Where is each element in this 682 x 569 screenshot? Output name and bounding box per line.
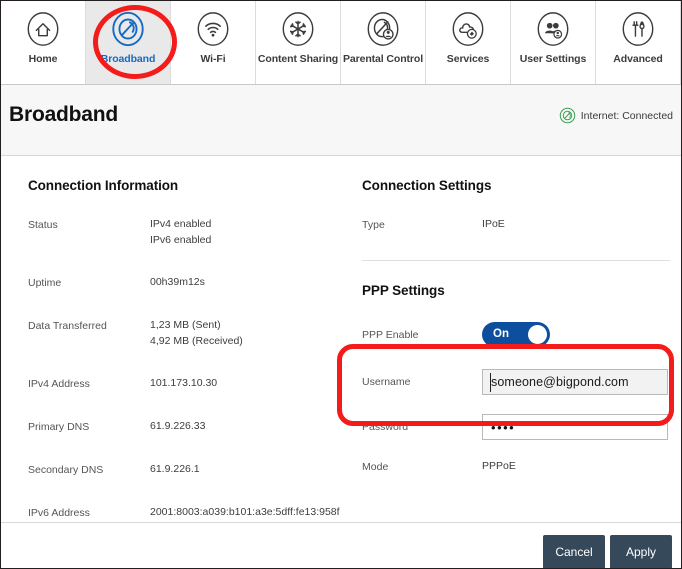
- nav-tab-content-sharing[interactable]: Content Sharing: [256, 1, 341, 84]
- password-input[interactable]: ••••: [482, 414, 669, 440]
- snowflake-icon: [279, 10, 317, 48]
- row-label: Status: [28, 219, 58, 231]
- status-badge: Internet: Connected: [559, 107, 673, 124]
- row-value: IPv4 enabled IPv6 enabled: [150, 217, 211, 248]
- tools-icon: [619, 10, 657, 48]
- info-row-ipv4-address: IPv4 Address 101.173.10.30: [28, 376, 341, 392]
- text-caret: [490, 373, 492, 392]
- nav-label: User Settings: [519, 53, 587, 65]
- ppp-enable-toggle[interactable]: On: [482, 322, 551, 347]
- section-title-connection-information: Connection Information: [28, 178, 179, 193]
- content-area: Connection Information Status IPv4 enabl…: [1, 156, 681, 568]
- info-row-status: Status IPv4 enabled IPv6 enabled: [28, 217, 341, 248]
- settings-row-type: Type IPoE: [362, 217, 681, 233]
- nav-label: Wi-Fi: [200, 53, 226, 65]
- nav-label: Home: [28, 53, 58, 65]
- main-navigation: Home Broadband Wi-Fi Content Sharing Par: [1, 1, 681, 85]
- nav-label: Broadband: [100, 53, 156, 65]
- status-text: Internet: Connected: [580, 109, 673, 122]
- row-value: 00h39m12s: [150, 275, 205, 291]
- row-label: Secondary DNS: [28, 464, 104, 476]
- username-value: someone@bigpond.com: [491, 375, 629, 389]
- section-divider: [362, 260, 670, 261]
- row-value: IPoE: [482, 218, 505, 230]
- username-input[interactable]: someone@bigpond.com: [482, 369, 669, 395]
- connected-icon: [559, 107, 576, 124]
- parental-control-icon: [364, 10, 402, 48]
- value-line: 61.9.226.1: [150, 463, 200, 475]
- page-header: Broadband Internet: Connected: [1, 85, 681, 156]
- row-label: Username: [362, 376, 411, 388]
- nav-tab-broadband[interactable]: Broadband: [86, 1, 171, 84]
- footer-buttons: Cancel Apply: [543, 535, 672, 568]
- router-admin-window: Home Broadband Wi-Fi Content Sharing Par: [0, 0, 682, 569]
- nav-tab-parental-control[interactable]: Parental Control: [341, 1, 426, 84]
- nav-tab-services[interactable]: Services: [426, 1, 511, 84]
- section-title-ppp-settings: PPP Settings: [362, 283, 445, 298]
- row-label: PPP Enable: [362, 328, 419, 341]
- page-title: Broadband: [9, 103, 119, 126]
- row-value: 61.9.226.1: [150, 462, 200, 478]
- value-line: 4,92 MB (Received): [150, 334, 243, 347]
- row-label: Data Transferred: [28, 320, 107, 332]
- cloud-icon: [449, 10, 487, 48]
- value-line: IPv4 enabled: [150, 218, 212, 230]
- row-value: 101.173.10.30: [150, 376, 217, 392]
- nav-tab-wifi[interactable]: Wi-Fi: [171, 1, 256, 84]
- row-label: IPv4 Address: [28, 378, 90, 390]
- row-label: IPv6 Address: [28, 507, 90, 519]
- value-line: 1,23 MB (Sent): [150, 319, 221, 331]
- row-label: Primary DNS: [28, 421, 90, 433]
- row-label: Uptime: [28, 277, 62, 289]
- info-row-secondary-dns: Secondary DNS 61.9.226.1: [28, 462, 341, 478]
- nav-label: Services: [446, 53, 490, 65]
- cancel-button[interactable]: Cancel: [543, 535, 605, 568]
- nav-tab-advanced[interactable]: Advanced: [596, 1, 681, 84]
- nav-label: Parental Control: [342, 53, 424, 65]
- toggle-state-label: On: [493, 328, 510, 340]
- password-value: ••••: [491, 419, 516, 435]
- nav-tab-home[interactable]: Home: [1, 1, 86, 84]
- info-row-data-transferred: Data Transferred 1,23 MB (Sent) 4,92 MB …: [28, 318, 341, 349]
- settings-row-mode: Mode PPPoE: [362, 459, 681, 475]
- toggle-knob: [528, 325, 548, 344]
- connection-information-panel: Connection Information Status IPv4 enabl…: [1, 156, 341, 568]
- nav-tab-user-settings[interactable]: User Settings: [511, 1, 596, 84]
- row-value: 1,23 MB (Sent) 4,92 MB (Received): [150, 318, 243, 349]
- row-label: Mode: [362, 461, 389, 473]
- settings-row-ppp-enable: PPP Enable On: [362, 322, 681, 347]
- connection-settings-panel: Connection Settings Type IPoE PPP Settin…: [341, 156, 681, 568]
- broadband-icon: [109, 10, 147, 48]
- row-label: Type: [362, 219, 385, 231]
- footer-bar: Cancel Apply: [1, 522, 681, 568]
- settings-row-username: Username someone@bigpond.com: [362, 369, 681, 395]
- value-line: 2001:8003:a039:b101:a3e:5dff:fe13:958f: [150, 506, 340, 518]
- info-row-primary-dns: Primary DNS 61.9.226.33: [28, 419, 341, 435]
- info-row-uptime: Uptime 00h39m12s: [28, 275, 341, 291]
- section-title-connection-settings: Connection Settings: [362, 178, 492, 193]
- value-line: IPv6 enabled: [150, 233, 212, 246]
- row-label: Password: [362, 421, 409, 433]
- wifi-icon: [194, 10, 232, 48]
- row-value: PPPoE: [482, 460, 516, 472]
- value-line: 00h39m12s: [150, 276, 205, 288]
- apply-button[interactable]: Apply: [610, 535, 672, 568]
- nav-label: Content Sharing: [257, 53, 339, 65]
- value-line: 101.173.10.30: [150, 377, 218, 389]
- row-value: 61.9.226.33: [150, 419, 205, 435]
- nav-label: Advanced: [613, 53, 663, 65]
- users-icon: [534, 10, 572, 48]
- value-line: 61.9.226.33: [150, 420, 206, 432]
- settings-row-password: Password ••••: [362, 414, 681, 440]
- home-icon: [24, 10, 62, 48]
